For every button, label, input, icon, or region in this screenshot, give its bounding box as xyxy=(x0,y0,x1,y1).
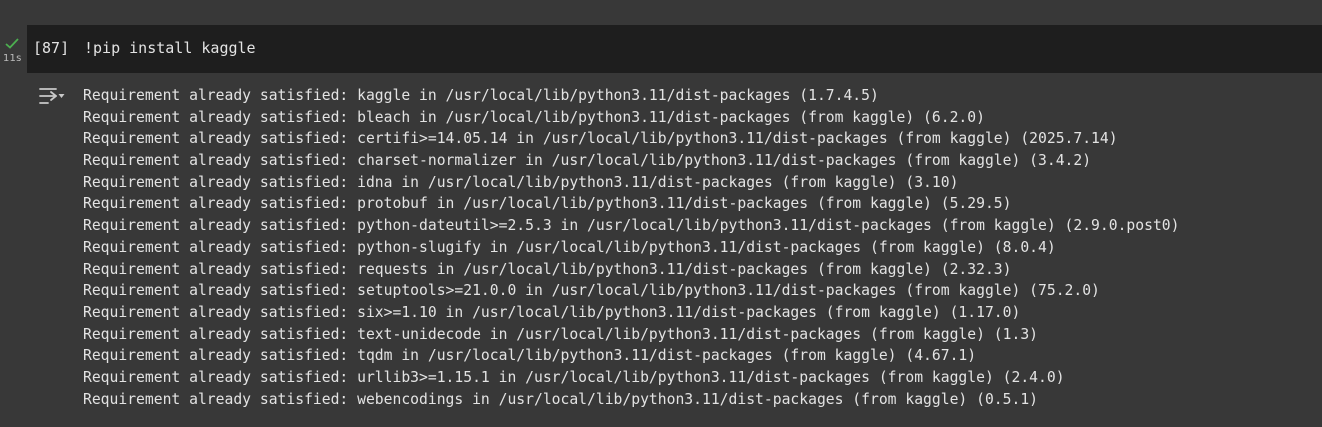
run-status: 11s xyxy=(0,36,26,66)
output-line: Requirement already satisfied: idna in /… xyxy=(83,173,959,191)
output-toggle-button[interactable] xyxy=(38,86,66,106)
execution-time: 11s xyxy=(3,53,22,64)
output-line: Requirement already satisfied: kaggle in… xyxy=(83,87,879,104)
output-line: Requirement already satisfied: bleach in… xyxy=(83,108,985,126)
output-line: Requirement already satisfied: protobuf … xyxy=(83,195,1012,213)
output-line: Requirement already satisfied: python-sl… xyxy=(83,238,1056,256)
output-line: Requirement already satisfied: python-da… xyxy=(83,217,1180,235)
output-line: Requirement already satisfied: certifi>=… xyxy=(83,130,1118,148)
output-line: Requirement already satisfied: six>=1.10… xyxy=(83,303,1021,321)
output-line: Requirement already satisfied: charset-n… xyxy=(83,152,1092,170)
output-toggle-icon xyxy=(39,88,65,104)
code-cell[interactable]: [87] !pip install kaggle xyxy=(27,25,1322,73)
output-line: Requirement already satisfied: setuptool… xyxy=(83,282,1100,300)
output-line: Requirement already satisfied: tqdm in /… xyxy=(83,347,977,365)
code-editor[interactable]: !pip install kaggle xyxy=(84,39,256,57)
output-line: Requirement already satisfied: webencodi… xyxy=(83,390,1039,408)
output-line: Requirement already satisfied: urllib3>=… xyxy=(83,368,1065,386)
output-line: Requirement already satisfied: requests … xyxy=(83,260,1012,278)
output-line: Requirement already satisfied: text-unid… xyxy=(83,325,1039,343)
check-icon xyxy=(5,38,19,49)
cell-output: Requirement already satisfied: kaggle in… xyxy=(83,85,1313,410)
execution-count: [87] xyxy=(33,39,70,57)
